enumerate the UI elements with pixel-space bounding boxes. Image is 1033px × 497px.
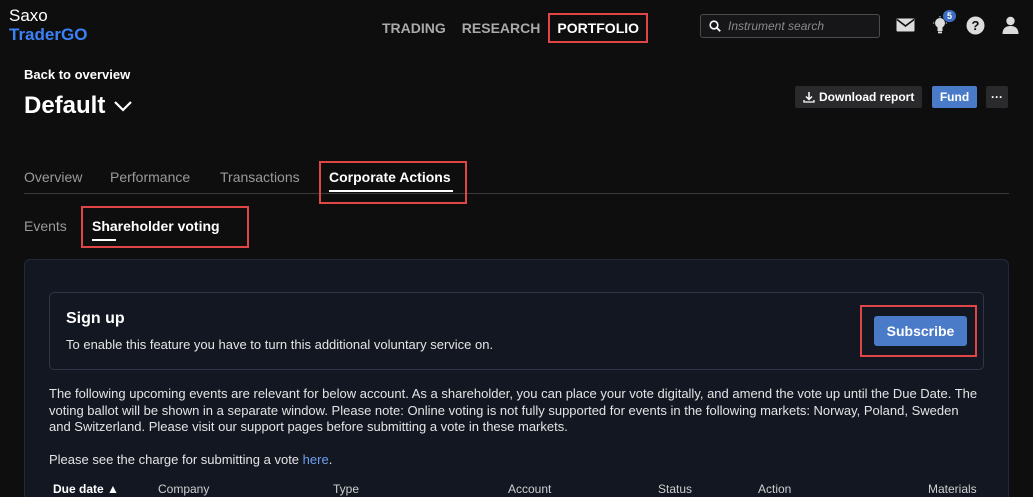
column-header-due-date[interactable]: Due date ▲ <box>53 482 119 496</box>
charge-here-link[interactable]: here <box>303 452 329 467</box>
header-icons: 5 ? <box>895 10 1033 35</box>
charge-note-text: Please see the charge for submitting a v… <box>49 452 303 467</box>
subtab-events[interactable]: Events <box>24 218 67 234</box>
tab-transactions[interactable]: Transactions <box>220 169 300 185</box>
search-icon <box>709 20 721 32</box>
download-report-button[interactable]: Download report <box>795 86 923 108</box>
tab-performance[interactable]: Performance <box>110 169 190 185</box>
help-icon[interactable]: ? <box>965 15 985 35</box>
column-header-company[interactable]: Company <box>158 482 209 496</box>
mail-icon[interactable] <box>895 15 915 35</box>
highlight-box-corporate-actions <box>319 161 467 204</box>
active-subtab-underline <box>92 239 116 241</box>
voting-info-text: The following upcoming events are releva… <box>49 386 978 434</box>
download-icon <box>803 92 815 103</box>
subscribe-button[interactable]: Subscribe <box>874 316 967 346</box>
tab-overview[interactable]: Overview <box>24 169 82 185</box>
column-header-type[interactable]: Type <box>333 482 359 496</box>
logo-line-saxo: Saxo <box>9 6 48 25</box>
ideas-lightbulb-icon[interactable]: 5 <box>930 10 956 35</box>
account-name: Default <box>24 92 106 119</box>
column-header-account[interactable]: Account <box>508 482 551 496</box>
download-report-label: Download report <box>819 90 915 104</box>
back-to-overview-link[interactable]: Back to overview <box>24 67 130 82</box>
signup-description: To enable this feature you have to turn … <box>66 337 494 352</box>
nav-portfolio[interactable]: PORTFOLIO <box>548 13 649 43</box>
more-options-button[interactable]: ··· <box>986 86 1008 108</box>
svg-text:?: ? <box>971 18 979 33</box>
column-header-status[interactable]: Status <box>658 482 692 496</box>
user-profile-icon[interactable] <box>1000 15 1020 35</box>
signup-card <box>49 292 984 370</box>
logo-line-tradergo: TraderGO <box>9 25 88 44</box>
saxo-tradergo-logo[interactable]: Saxo TraderGO <box>9 6 87 44</box>
search-input[interactable] <box>728 19 868 33</box>
charge-note-suffix: . <box>328 452 333 467</box>
nav-trading[interactable]: TRADING <box>382 20 446 36</box>
highlight-box-shareholder-voting <box>81 206 249 248</box>
column-header-action[interactable]: Action <box>758 482 791 496</box>
portfolio-tabs: Overview Performance Transactions Corpor… <box>24 160 1009 204</box>
active-tab-underline <box>329 190 453 192</box>
charge-note: Please see the charge for submitting a v… <box>49 452 332 467</box>
notification-badge: 5 <box>942 10 956 22</box>
nav-research[interactable]: RESEARCH <box>462 20 541 36</box>
account-selector[interactable]: Default <box>24 92 133 120</box>
chevron-down-icon <box>114 101 133 112</box>
signup-title: Sign up <box>66 310 125 327</box>
fund-button[interactable]: Fund <box>932 86 977 108</box>
column-header-materials[interactable]: Materials <box>928 482 977 496</box>
main-navigation: TRADING RESEARCH PORTFOLIO <box>382 12 664 44</box>
instrument-search[interactable] <box>700 14 880 38</box>
